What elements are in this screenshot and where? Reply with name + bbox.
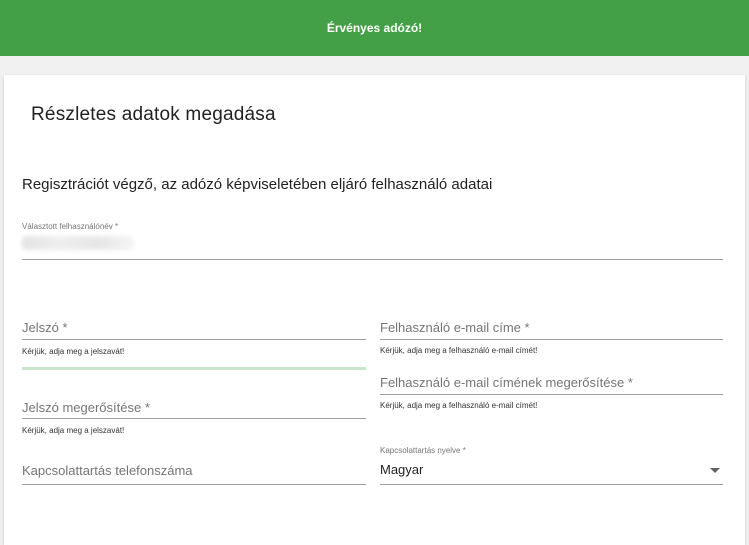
language-value: Magyar <box>380 462 424 477</box>
password-field[interactable]: Jelszó * Kérjük, adja meg a jelszavát! <box>22 317 366 370</box>
banner-text: Érvényes adózó! <box>326 21 423 35</box>
password-strength-bar <box>22 367 366 370</box>
email-hint: Kérjük, adja meg a felhasználó e-mail cí… <box>380 346 538 355</box>
password-confirm-hint: Kérjük, adja meg a jelszavát! <box>22 426 125 435</box>
section-title: Regisztrációt végző, az adózó képviselet… <box>22 176 493 193</box>
phone-placeholder: Kapcsolattartás telefonszáma <box>22 463 193 478</box>
username-value-redacted <box>22 236 134 250</box>
username-label: Választott felhasználónév * <box>22 222 119 231</box>
password-confirm-field[interactable]: Jelszó megerősítése * Kérjük, adja meg a… <box>22 398 366 436</box>
email-confirm-placeholder: Felhasználó e-mail címének megerősítése … <box>380 375 633 390</box>
email-placeholder: Felhasználó e-mail címe * <box>380 320 530 335</box>
password-hint: Kérjük, adja meg a jelszavát! <box>22 347 125 356</box>
phone-field[interactable]: Kapcsolattartás telefonszáma <box>22 463 366 487</box>
email-confirm-underline <box>380 394 723 395</box>
password-confirm-placeholder: Jelszó megerősítése * <box>22 400 150 415</box>
details-card: Részletes adatok megadása Regisztrációt … <box>4 75 745 545</box>
username-underline <box>22 259 723 260</box>
language-select[interactable]: Kapcsolattartás nyelve * Magyar <box>380 446 723 488</box>
email-confirm-field[interactable]: Felhasználó e-mail címének megerősítése … <box>380 374 723 414</box>
language-underline <box>380 484 723 485</box>
password-underline <box>22 339 366 340</box>
email-confirm-hint: Kérjük, adja meg a felhasználó e-mail cí… <box>380 401 538 410</box>
email-underline <box>380 339 723 340</box>
username-field[interactable]: Választott felhasználónév * <box>22 222 723 262</box>
phone-underline <box>22 484 366 485</box>
password-placeholder: Jelszó * <box>22 320 68 335</box>
email-field[interactable]: Felhasználó e-mail címe * Kérjük, adja m… <box>380 317 723 357</box>
status-banner: Érvényes adózó! <box>0 0 749 56</box>
card-title: Részletes adatok megadása <box>31 104 276 125</box>
password-confirm-underline <box>22 418 366 419</box>
chevron-down-icon[interactable] <box>710 468 720 473</box>
language-label: Kapcsolattartás nyelve * <box>380 446 466 455</box>
